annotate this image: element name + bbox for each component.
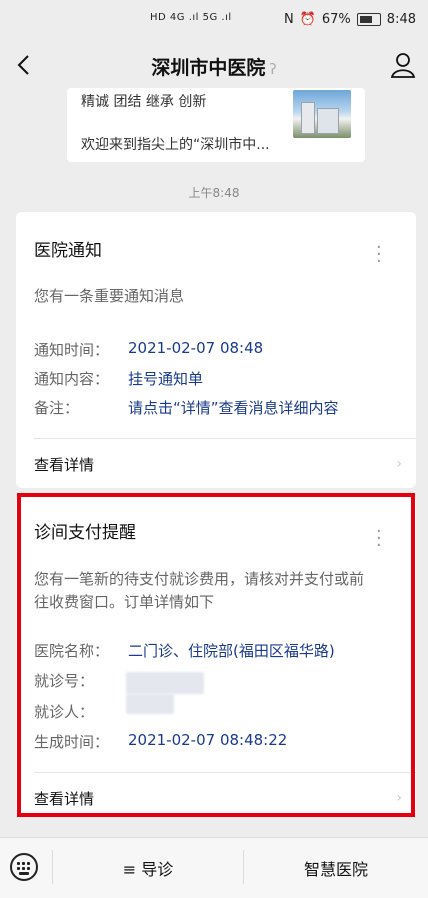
ear-icon: ʔ xyxy=(269,62,277,78)
info-row: 通知内容： 挂号通知单 xyxy=(34,368,203,389)
profile-button[interactable] xyxy=(388,50,418,80)
row-value: 2021-02-07 08:48:22 xyxy=(128,731,288,749)
building-shape xyxy=(317,108,339,134)
person-icon xyxy=(390,53,416,78)
row-value: 2021-02-07 08:48 xyxy=(128,339,264,357)
chevron-right-icon: › xyxy=(396,790,402,806)
card-intro: 您有一笔新的待支付就诊费用，请核对并支付或前 往收费窗口。订单详情如下 xyxy=(34,568,364,614)
row-key: 通知时间： xyxy=(34,341,110,359)
menu-item-guide[interactable]: ≡ 导诊 xyxy=(53,856,243,880)
intro-line: 您有一笔新的待支付就诊费用，请核对并支付或前 xyxy=(34,570,365,588)
info-row: 就诊人： xyxy=(34,701,128,722)
card-intro: 您有一条重要通知消息 xyxy=(34,287,185,305)
intro-line: 往收费窗口。订单详情如下 xyxy=(34,593,215,611)
row-value: 二门诊、住院部(福田区福华路) xyxy=(128,642,335,660)
message-timestamp: 上午8:48 xyxy=(188,186,240,200)
view-details-link[interactable]: 查看详情 xyxy=(34,454,94,475)
network-indicator: HD 4G .ıl 5G .ıl xyxy=(150,12,232,23)
clock: 8:48 xyxy=(386,12,416,27)
info-row: 通知时间： 2021-02-07 08:48 xyxy=(34,339,263,360)
more-options-icon[interactable]: · · · xyxy=(376,239,382,271)
article-slogan: 精诚 团结 继承 创新 xyxy=(81,94,207,110)
row-value: 挂号通知单 xyxy=(128,370,204,388)
redacted-patient-name xyxy=(126,694,174,714)
payment-reminder-card: 诊间支付提醒 · · · 您有一笔新的待支付就诊费用，请核对并支付或前 往收费窗口。… xyxy=(16,496,416,814)
nfc-icon: N xyxy=(283,12,294,27)
divider xyxy=(34,438,416,439)
row-key: 就诊人： xyxy=(34,703,95,721)
info-row: 生成时间： 2021-02-07 08:48:22 xyxy=(34,731,287,752)
row-key: 备注： xyxy=(34,399,80,417)
hospital-notice-card: 医院通知 · · · 您有一条重要通知消息 通知时间： 2021-02-07 08:… xyxy=(16,212,416,488)
building-shape xyxy=(301,102,315,134)
status-bar: HD 4G .ıl 5G .ıl N ⏰ 67% 8:48 xyxy=(0,0,428,40)
page-title: 深圳市中医院 ʔ xyxy=(0,53,428,80)
chevron-right-icon: › xyxy=(396,456,402,472)
info-row: 备注： 请点击“详情”查看消息详细内容 xyxy=(34,397,339,418)
info-row: 医院名称： 二门诊、住院部(福田区福华路) xyxy=(34,640,335,661)
status-right: N ⏰ 67% 8:48 xyxy=(284,12,416,27)
row-key: 医院名称： xyxy=(34,642,110,660)
battery-percent: 67% xyxy=(321,12,351,27)
row-value: 请点击“详情”查看消息详细内容 xyxy=(128,399,339,417)
keyboard-icon[interactable] xyxy=(10,853,38,881)
page-title-text: 深圳市中医院 xyxy=(151,57,266,79)
battery-icon xyxy=(356,13,381,26)
info-row: 就诊号： xyxy=(34,670,128,691)
bottom-menu: ≡ 导诊 智慧医院 xyxy=(0,837,428,898)
divider xyxy=(34,772,416,773)
more-options-icon[interactable]: · · · xyxy=(376,523,382,555)
view-details-link[interactable]: 查看详情 xyxy=(34,788,94,809)
redacted-visit-number xyxy=(126,672,204,694)
article-description: 欢迎来到指尖上的“深圳市中... xyxy=(81,137,270,153)
header: 深圳市中医院 ʔ xyxy=(0,40,428,90)
article-thumbnail xyxy=(293,90,351,138)
article-card[interactable]: 精诚 团结 继承 创新 欢迎来到指尖上的“深圳市中... xyxy=(67,88,365,162)
row-key: 通知内容： xyxy=(34,370,110,388)
card-title: 诊间支付提醒 xyxy=(34,523,136,543)
menu-item-smart-hospital[interactable]: 智慧医院 xyxy=(244,856,428,880)
row-key: 就诊号： xyxy=(34,672,95,690)
alarm-icon: ⏰ xyxy=(299,12,316,27)
row-key: 生成时间： xyxy=(34,733,110,751)
card-title: 医院通知 xyxy=(34,241,102,261)
